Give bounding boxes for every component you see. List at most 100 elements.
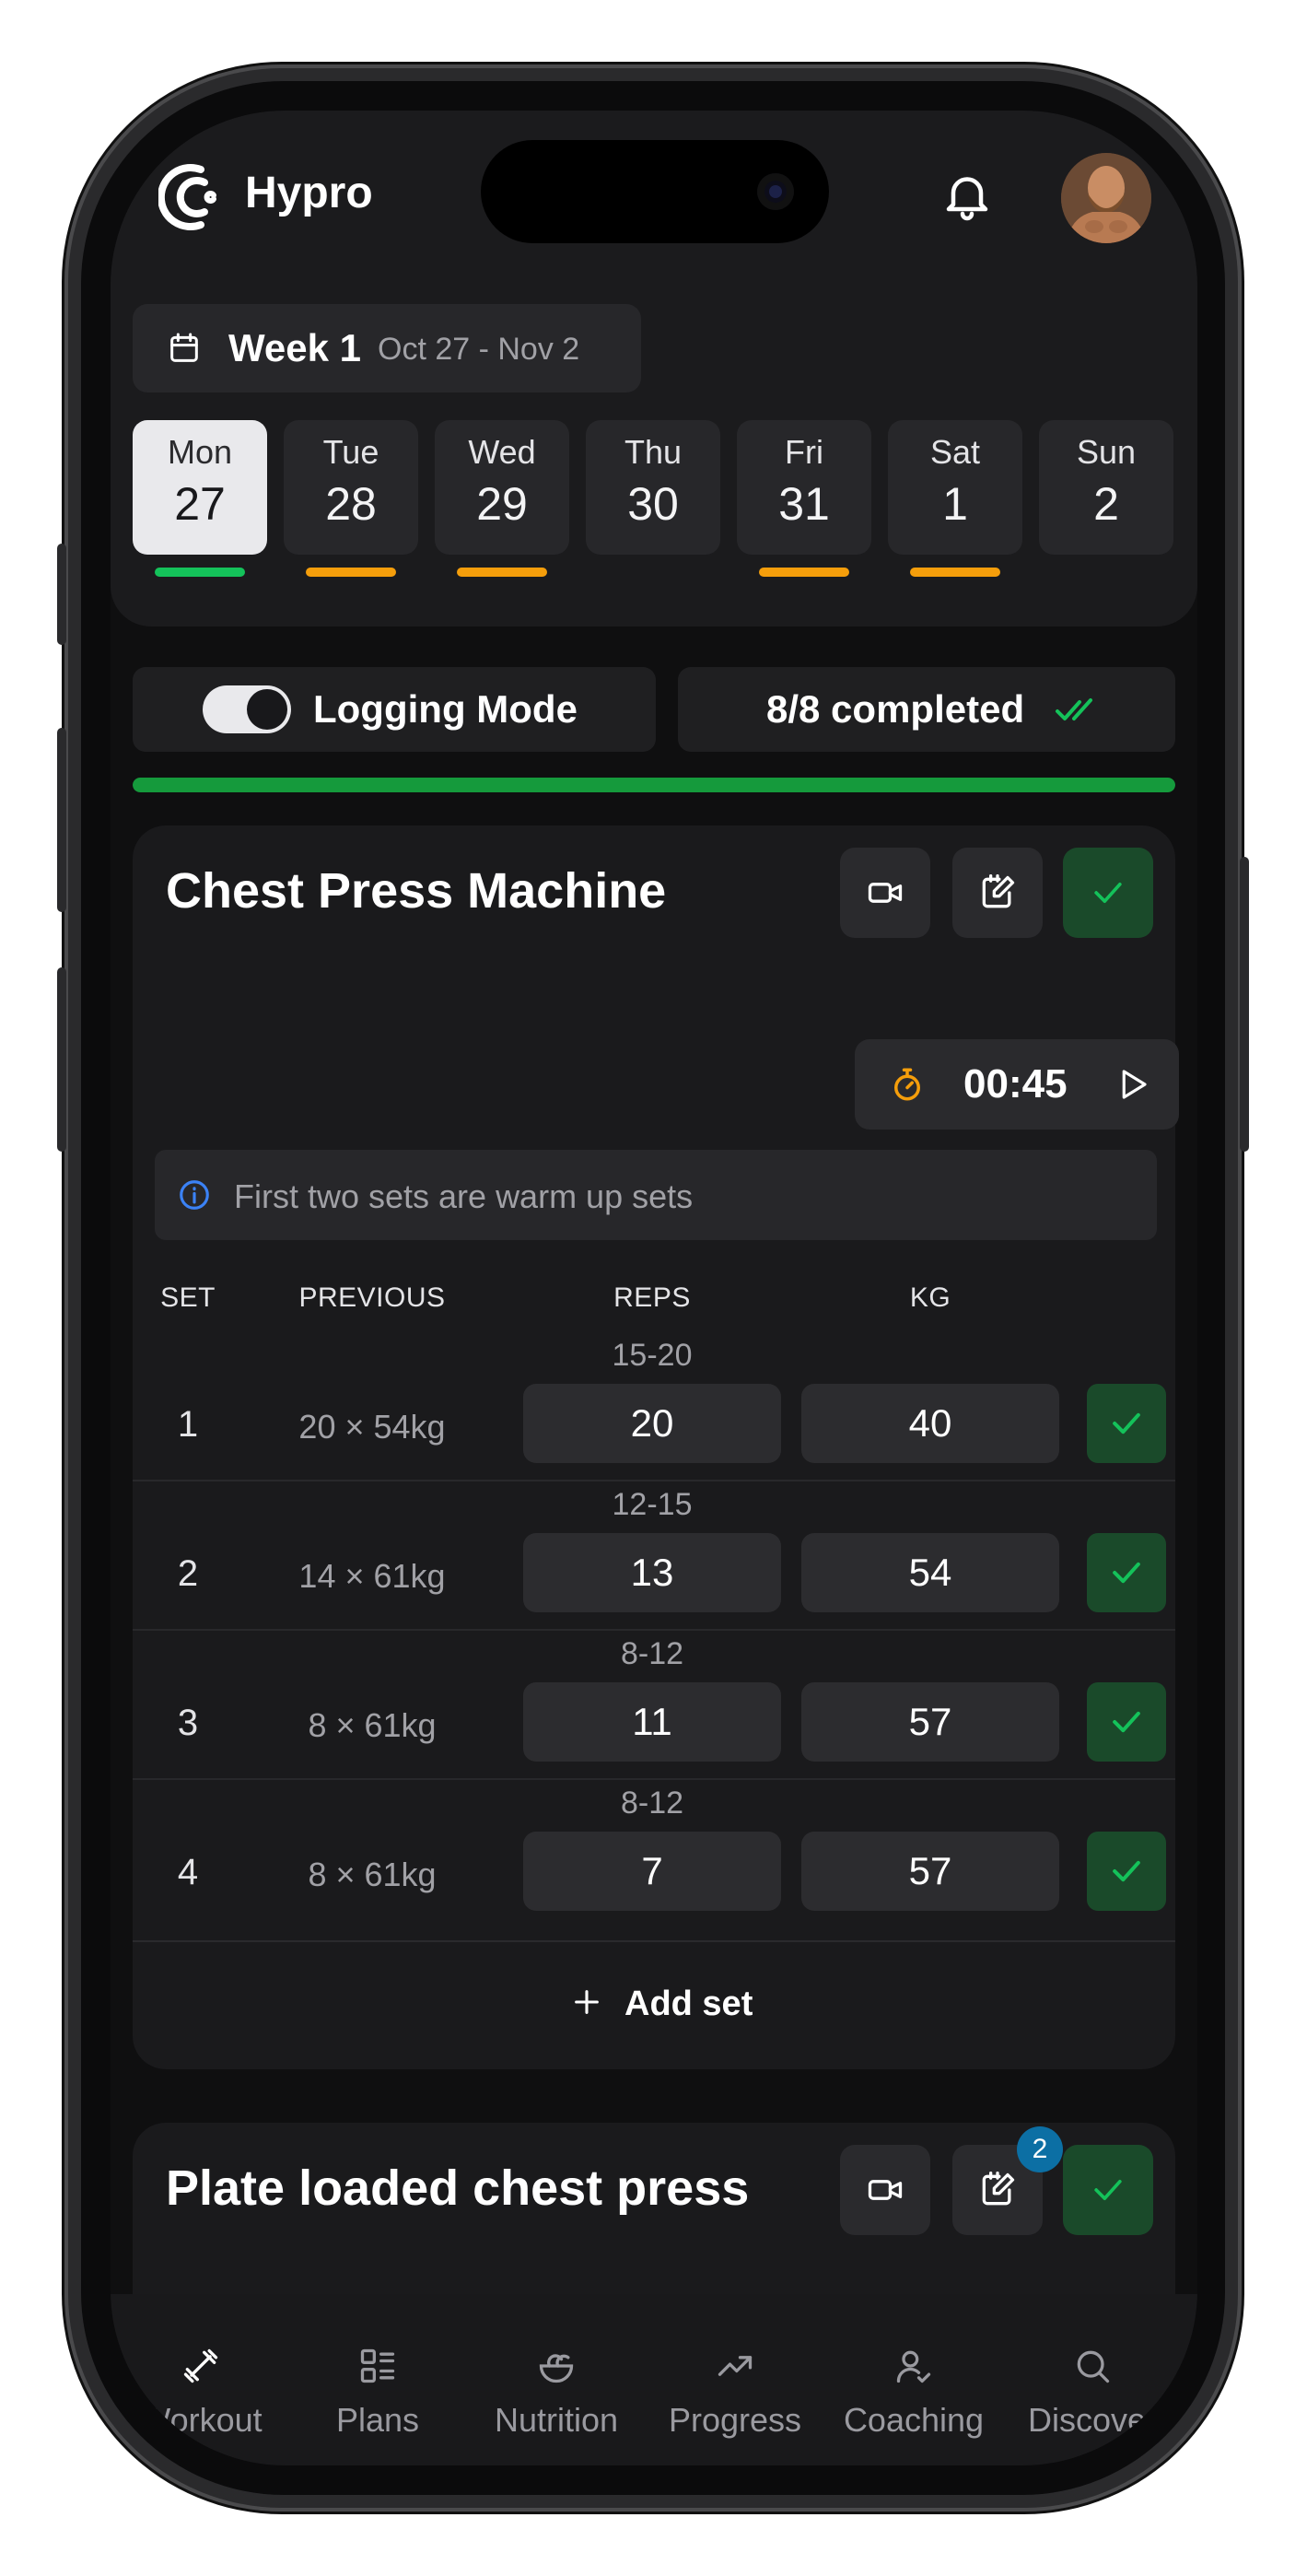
action-button [57, 544, 66, 645]
notes-count-badge: 2 [1017, 2126, 1063, 2172]
video-camera-icon [868, 883, 903, 903]
day-name: Sun [1076, 433, 1137, 471]
plus-icon [575, 1990, 599, 2014]
previous-value: 8 × 61kg [308, 1706, 437, 1744]
toggle-switch[interactable] [203, 685, 291, 733]
day-status-indicator [155, 568, 245, 577]
set-row: 8-12 3 8 × 61kg 11 57 [133, 1631, 1175, 1780]
complete-exercise-button[interactable] [1063, 2145, 1153, 2235]
volume-down-button [57, 967, 66, 1152]
notes-edit-icon [982, 874, 1015, 908]
dynamic-island [481, 140, 829, 243]
tab-workout[interactable]: Workout [111, 2294, 291, 2465]
rep-target: 12-15 [612, 1487, 693, 1522]
nutrition-icon [539, 2354, 574, 2383]
tab-progress[interactable]: Progress [645, 2294, 825, 2465]
logging-mode-label: Logging Mode [313, 687, 578, 731]
tab-coaching[interactable]: Coaching [823, 2294, 1004, 2465]
col-header-set: SET [160, 1282, 216, 1313]
day-mon[interactable]: Mon 27 [133, 420, 267, 555]
set-complete-button[interactable] [1087, 1384, 1166, 1463]
set-number: 4 [177, 1852, 199, 1892]
complete-exercise-button[interactable] [1063, 848, 1153, 938]
workout-progress-fill [133, 778, 1175, 792]
avatar-image [1061, 153, 1151, 243]
day-name: Fri [785, 433, 823, 471]
tab-label: Plans [335, 2401, 420, 2439]
reps-input[interactable]: 11 [523, 1682, 781, 1762]
day-date: 31 [778, 478, 830, 530]
set-complete-button[interactable] [1087, 1832, 1166, 1911]
notes-button[interactable] [952, 848, 1043, 938]
check-icon [1094, 883, 1122, 903]
exercise-title: Plate loaded chest press [166, 2160, 750, 2216]
tab-nutrition[interactable]: Nutrition [466, 2294, 647, 2465]
reps-input[interactable]: 20 [523, 1384, 781, 1463]
previous-value: 14 × 61kg [298, 1557, 446, 1595]
video-button[interactable] [840, 848, 930, 938]
day-status-indicator [759, 568, 849, 577]
logging-mode-toggle[interactable]: Logging Mode [133, 667, 656, 752]
tab-label: Discover [1027, 2401, 1158, 2439]
check-icon [1113, 1711, 1140, 1733]
day-sun[interactable]: Sun 2 [1039, 420, 1173, 555]
coaching-icon [896, 2350, 931, 2383]
play-icon[interactable] [1113, 1065, 1151, 1104]
volume-up-button [57, 728, 66, 912]
set-row: 15-20 1 20 × 54kg 20 40 [133, 1332, 1175, 1481]
kg-input[interactable]: 57 [801, 1832, 1059, 1911]
kg-input[interactable]: 57 [801, 1682, 1059, 1762]
day-tue[interactable]: Tue 28 [284, 420, 418, 555]
avatar[interactable] [1061, 153, 1151, 243]
workout-progress-bar [133, 778, 1175, 792]
add-set-button[interactable]: Add set [133, 1940, 1175, 2069]
trending-up-icon [718, 2356, 753, 2376]
bottom-tab-bar: Workout Plans Nutrition Progress Coachin… [111, 2294, 1197, 2465]
kg-input[interactable]: 40 [801, 1384, 1059, 1463]
double-check-icon [1056, 698, 1092, 720]
tab-discover[interactable]: Discover [1002, 2294, 1183, 2465]
reps-input[interactable]: 13 [523, 1533, 781, 1612]
rest-timer[interactable]: 00:45 [855, 1039, 1179, 1130]
day-name: Tue [322, 433, 379, 471]
tab-label: Coaching [843, 2401, 985, 2439]
day-name: Wed [468, 433, 536, 471]
set-number: 2 [177, 1553, 199, 1594]
day-status-indicator [910, 568, 1000, 577]
set-number: 3 [177, 1703, 199, 1743]
rep-target: 15-20 [612, 1338, 693, 1373]
day-status-indicator [457, 568, 547, 577]
set-complete-button[interactable] [1087, 1533, 1166, 1612]
set-row: 8-12 4 8 × 61kg 7 57 [133, 1780, 1175, 1929]
notes-edit-icon [982, 2172, 1015, 2206]
kg-input[interactable]: 54 [801, 1533, 1059, 1612]
previous-value: 20 × 54kg [298, 1408, 446, 1446]
set-complete-button[interactable] [1087, 1682, 1166, 1762]
reps-input[interactable]: 7 [523, 1832, 781, 1911]
day-fri[interactable]: Fri 31 [737, 420, 871, 555]
day-thu[interactable]: Thu 30 [586, 420, 720, 555]
day-status-indicator [306, 568, 396, 577]
week-label: Week 1 [228, 326, 361, 369]
completion-label: 8/8 completed [766, 687, 1025, 731]
set-number: 1 [177, 1404, 199, 1445]
day-sat[interactable]: Sat 1 [888, 420, 1022, 555]
search-icon [1077, 2350, 1110, 2383]
tab-label: Workout [139, 2401, 263, 2439]
day-wed[interactable]: Wed 29 [435, 420, 569, 555]
week-selector[interactable]: Week 1 Oct 27 - Nov 2 [133, 304, 641, 392]
tab-plans[interactable]: Plans [287, 2294, 468, 2465]
exercise-card: Chest Press Machine 00:45 First two sets… [133, 825, 1179, 2069]
dumbbell-icon [183, 2348, 218, 2383]
timer-value: 00:45 [963, 1061, 1068, 1107]
check-icon [1113, 1562, 1140, 1584]
day-date: 1 [942, 478, 968, 530]
day-name: Mon [167, 433, 233, 471]
video-button[interactable] [840, 2145, 930, 2235]
bell-icon[interactable] [939, 168, 995, 223]
tab-label: Nutrition [494, 2401, 619, 2439]
week-date-range: Oct 27 - Nov 2 [378, 332, 580, 367]
day-date: 2 [1093, 478, 1119, 530]
hypro-logo-icon [158, 164, 216, 230]
info-icon [180, 1180, 209, 1210]
